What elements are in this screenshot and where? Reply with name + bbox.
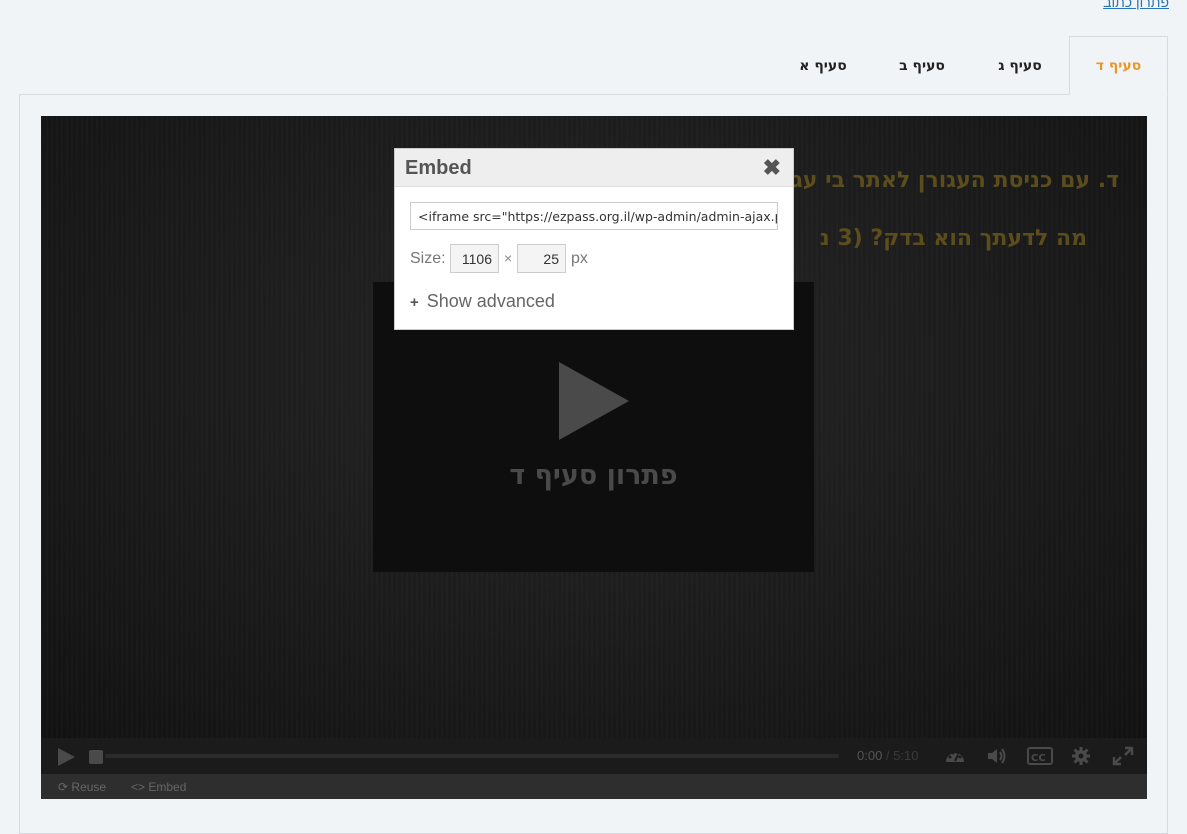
video-controls: 0:00 / 5:10 CC <box>41 738 1147 774</box>
show-advanced-toggle[interactable]: + Show advanced <box>410 291 555 312</box>
video-text-line-2: מה לדעתך הוא בדק? (3 נ <box>819 226 1087 251</box>
reuse-label: Reuse <box>71 780 107 794</box>
embed-dialog-header: Embed ✖ <box>395 149 793 187</box>
play-icon[interactable] <box>58 748 75 766</box>
reuse-icon: ⟳ <box>58 780 69 794</box>
fullscreen-icon[interactable] <box>1112 746 1134 766</box>
size-times-symbol: × <box>504 250 513 266</box>
big-play-icon[interactable] <box>559 362 629 440</box>
embed-label: Embed <box>148 780 187 794</box>
seek-handle[interactable] <box>89 750 103 764</box>
size-label: Size: <box>410 250 446 267</box>
embed-code-field[interactable]: <iframe src="https://ezpass.org.il/wp-ad… <box>410 202 778 230</box>
embed-width-input[interactable]: 1106 <box>450 244 499 273</box>
tab-section-c[interactable]: סעיף ג <box>971 36 1069 95</box>
seek-bar[interactable] <box>105 754 839 758</box>
tab-section-b[interactable]: סעיף ב <box>873 36 971 95</box>
video-text-line-1: ד. עם כניסת העגורן לאתר בי עגורן. <box>756 168 1119 193</box>
embed-button[interactable]: <> Embed <box>131 780 186 794</box>
time-separator: / <box>882 748 894 763</box>
duration: 5:10 <box>893 748 919 763</box>
poster-title: פתרון סעיף ד <box>509 460 678 491</box>
written-solution-link[interactable]: פתרון כתוב <box>1103 0 1169 10</box>
tab-section-d[interactable]: סעיף ד <box>1069 36 1168 95</box>
embed-dialog-title: Embed <box>405 157 472 179</box>
close-icon[interactable]: ✖ <box>763 155 781 181</box>
embed-dialog: Embed ✖ <iframe src="https://ezpass.org.… <box>394 148 794 330</box>
svg-text:CC: CC <box>1031 753 1046 764</box>
playback-rate-icon[interactable] <box>944 746 966 766</box>
show-advanced-label: Show advanced <box>426 291 555 311</box>
video-footer-bar: ⟳ Reuse <> Embed <box>41 774 1147 799</box>
tab-section-a[interactable]: סעיף א <box>773 36 873 95</box>
code-icon: <> <box>131 780 146 794</box>
plus-icon: + <box>410 294 419 311</box>
captions-icon[interactable]: CC <box>1027 746 1053 766</box>
current-time: 0:00 <box>857 748 883 763</box>
settings-gear-icon[interactable] <box>1070 746 1092 766</box>
embed-height-input[interactable]: 25 <box>517 244 566 273</box>
reuse-button[interactable]: ⟳ Reuse <box>58 780 106 794</box>
volume-icon[interactable] <box>986 746 1008 766</box>
size-unit: px <box>571 250 588 267</box>
tab-bar: סעיף א סעיף ב סעיף ג סעיף ד <box>773 36 1168 95</box>
time-display: 0:00 / 5:10 <box>857 748 918 763</box>
